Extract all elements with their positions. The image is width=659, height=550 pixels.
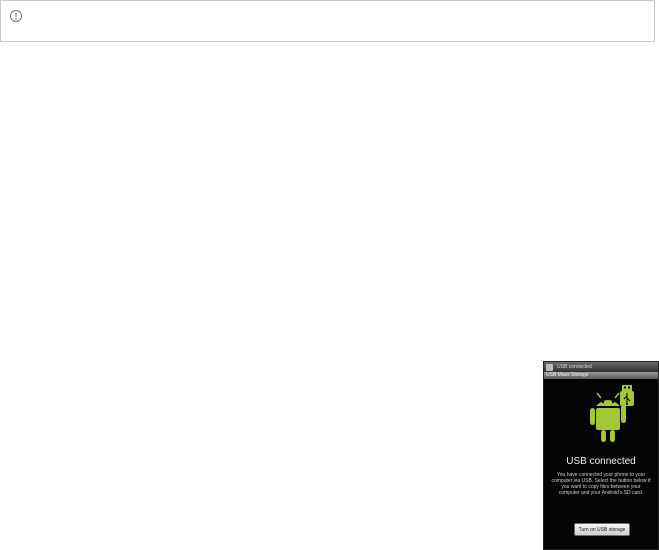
status-bar: USB connected bbox=[544, 362, 658, 372]
usb-icon bbox=[620, 385, 634, 406]
title-bar: USB Mass Storage bbox=[544, 372, 658, 379]
notice-bar bbox=[0, 0, 655, 42]
phone-screenshot: USB connected USB Mass Storage USB conne… bbox=[543, 361, 659, 550]
usb-app-icon bbox=[546, 363, 553, 371]
usb-android-artwork bbox=[590, 385, 634, 442]
info-circle-icon bbox=[10, 10, 22, 22]
title-bar-text: USB Mass Storage bbox=[546, 372, 589, 378]
usb-connection-message: You have connected your phone to your co… bbox=[551, 472, 651, 496]
turn-on-usb-storage-button[interactable]: Turn on USB storage bbox=[574, 523, 630, 536]
usb-connected-heading: USB connected bbox=[566, 456, 636, 467]
status-bar-text: USB connected bbox=[557, 364, 592, 370]
